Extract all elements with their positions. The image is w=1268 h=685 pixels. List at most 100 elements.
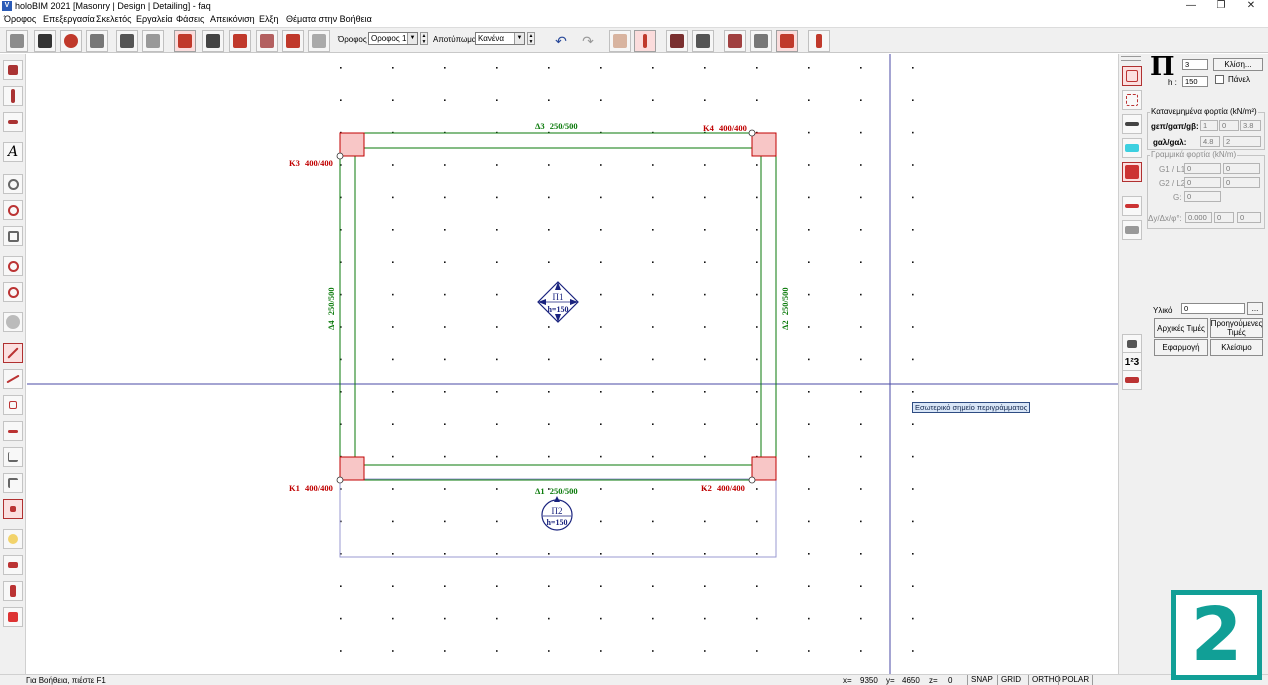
slab-split-tool-icon[interactable] xyxy=(1122,138,1142,158)
panel-checkbox[interactable] xyxy=(1215,75,1224,84)
slab-edit-tool-icon[interactable] xyxy=(1122,220,1142,240)
l2-input[interactable]: 0 xyxy=(1223,177,1260,188)
slab-p1-symbol[interactable]: Π1 h=150 xyxy=(537,281,579,323)
line-tool-icon[interactable] xyxy=(3,343,23,363)
floor-select[interactable]: Οροφος 1 ▼ xyxy=(368,32,418,45)
menu-phases[interactable]: Φάσεις xyxy=(176,14,204,24)
g-ep-input[interactable]: 1 xyxy=(1200,120,1218,131)
add-slab-tool-icon[interactable] xyxy=(1122,66,1142,86)
menu-floor[interactable]: Όροφος xyxy=(4,14,36,24)
slab-3d-icon[interactable] xyxy=(776,30,798,52)
column-k4-anchor[interactable] xyxy=(748,129,756,137)
slab-fill-tool-icon[interactable] xyxy=(1122,162,1142,182)
dimension-angle-icon[interactable] xyxy=(3,112,23,132)
perpendicular-tool-icon[interactable] xyxy=(3,447,23,467)
grid-toggle[interactable]: GRID xyxy=(997,675,1024,685)
draw-line-icon[interactable] xyxy=(634,30,656,52)
imprint-select[interactable]: Κανένα ▼ xyxy=(475,32,525,45)
building-icon[interactable] xyxy=(6,30,28,52)
pan-hand-icon[interactable] xyxy=(609,30,631,52)
redo-icon[interactable]: ↷ xyxy=(577,30,599,52)
zoom-pan-icon[interactable] xyxy=(3,200,23,220)
zoom-in-icon[interactable] xyxy=(3,256,23,276)
edit-element-icon[interactable] xyxy=(3,499,23,519)
snap-toggle[interactable]: SNAP xyxy=(967,675,996,685)
slab-edge-tool-icon[interactable] xyxy=(1122,114,1142,134)
column-k2[interactable] xyxy=(751,456,777,481)
floor-spinner[interactable]: ▲ ▼ xyxy=(420,32,428,45)
slab-number-input[interactable]: 3 xyxy=(1182,59,1208,70)
restore-button[interactable]: ❐ xyxy=(1206,0,1236,12)
g-input[interactable]: 0 xyxy=(1184,191,1221,202)
g1-input[interactable]: 0 xyxy=(1184,163,1221,174)
beam-d2[interactable] xyxy=(760,156,777,457)
zoom-out-icon[interactable] xyxy=(3,282,23,302)
print-icon[interactable] xyxy=(116,30,138,52)
point-tool-icon[interactable] xyxy=(3,395,23,415)
beam-d1[interactable] xyxy=(363,464,752,481)
text-tool-icon[interactable]: A xyxy=(3,142,23,162)
erase-tool-icon[interactable] xyxy=(3,555,23,575)
q-al-input[interactable]: 2 xyxy=(1223,136,1261,147)
q-input[interactable]: 4.8 xyxy=(1200,136,1220,147)
settings-icon[interactable] xyxy=(60,30,82,52)
building-3d-icon[interactable] xyxy=(692,30,714,52)
slab-p2-symbol[interactable]: Π2 h=150 xyxy=(541,496,573,531)
beam-tool-icon[interactable] xyxy=(202,30,224,52)
column-k3-anchor[interactable] xyxy=(336,152,344,160)
cut-tool-icon[interactable] xyxy=(282,30,304,52)
dx-input[interactable]: 0 xyxy=(1214,212,1234,223)
beam-d4[interactable] xyxy=(339,156,356,457)
slab-section-tool-icon[interactable] xyxy=(1122,196,1142,216)
column-3d-icon[interactable] xyxy=(724,30,746,52)
zoom-window-icon[interactable] xyxy=(3,174,23,194)
column-k1-anchor[interactable] xyxy=(336,476,344,484)
delete-icon[interactable] xyxy=(86,30,108,52)
close-window-button[interactable]: ✕ xyxy=(1236,0,1266,12)
slab-grid-tool-icon[interactable] xyxy=(1122,90,1142,110)
menu-help-topics[interactable]: Θέματα στην Βοήθεια xyxy=(286,14,372,24)
door-tool-icon[interactable] xyxy=(3,581,23,601)
apply-button[interactable]: Εφαρμογή xyxy=(1154,339,1208,356)
minimize-button[interactable]: — xyxy=(1176,0,1206,12)
h-input[interactable]: 150 xyxy=(1182,76,1208,87)
column-k3[interactable] xyxy=(339,132,365,157)
beam-d3[interactable] xyxy=(363,132,752,149)
sun-light-icon[interactable] xyxy=(3,529,23,549)
select-element-icon[interactable] xyxy=(174,30,196,52)
arc-tool-icon[interactable] xyxy=(3,421,23,441)
column-k4[interactable] xyxy=(751,132,777,157)
dy-input[interactable]: 0.000 xyxy=(1185,212,1212,223)
corner-tool-icon[interactable] xyxy=(3,473,23,493)
drawing-canvas[interactable]: K3 400/400 K4 400/400 K1 400/400 K2 400/… xyxy=(27,54,1118,674)
menu-frame[interactable]: Σκελετός xyxy=(96,14,132,24)
menu-edit[interactable]: Επεξεργασία xyxy=(43,14,95,24)
dimension-vertical-icon[interactable] xyxy=(3,86,23,106)
print-preview-icon[interactable] xyxy=(142,30,164,52)
align-tool-icon[interactable] xyxy=(1122,334,1142,354)
polar-toggle[interactable]: POLAR xyxy=(1058,675,1094,685)
column-k1[interactable] xyxy=(339,456,365,481)
zoom-extents-icon[interactable] xyxy=(3,226,23,246)
group-beams-icon[interactable] xyxy=(229,30,251,52)
floor-plan-drawing[interactable]: K3 400/400 K4 400/400 K1 400/400 K2 400/… xyxy=(27,54,1118,674)
previous-values-button[interactable]: Προηγούμενες Τιμές xyxy=(1210,318,1263,338)
initial-values-button[interactable]: Αρχικές Τιμές xyxy=(1154,318,1208,338)
beam-3d-icon[interactable] xyxy=(750,30,772,52)
polyline-tool-icon[interactable] xyxy=(3,369,23,389)
join-tool-icon[interactable] xyxy=(1122,370,1142,390)
section-view-icon[interactable] xyxy=(666,30,688,52)
g-b-input[interactable]: 3.8 xyxy=(1240,120,1261,131)
undo-icon[interactable]: ↶ xyxy=(550,30,572,52)
edit-pencil-icon[interactable] xyxy=(808,30,830,52)
g-ap-input[interactable]: 0 xyxy=(1219,120,1239,131)
menu-tools[interactable]: Εργαλεία xyxy=(136,14,173,24)
phi-input[interactable]: 0 xyxy=(1237,212,1261,223)
pan-icon[interactable] xyxy=(3,312,23,332)
move-tool-icon[interactable] xyxy=(3,60,23,80)
g2-input[interactable]: 0 xyxy=(1184,177,1221,188)
save-icon[interactable] xyxy=(34,30,56,52)
move-cross-icon[interactable] xyxy=(3,607,23,627)
close-button[interactable]: Κλείσιμο xyxy=(1210,339,1263,356)
column-k2-anchor[interactable] xyxy=(748,476,756,484)
